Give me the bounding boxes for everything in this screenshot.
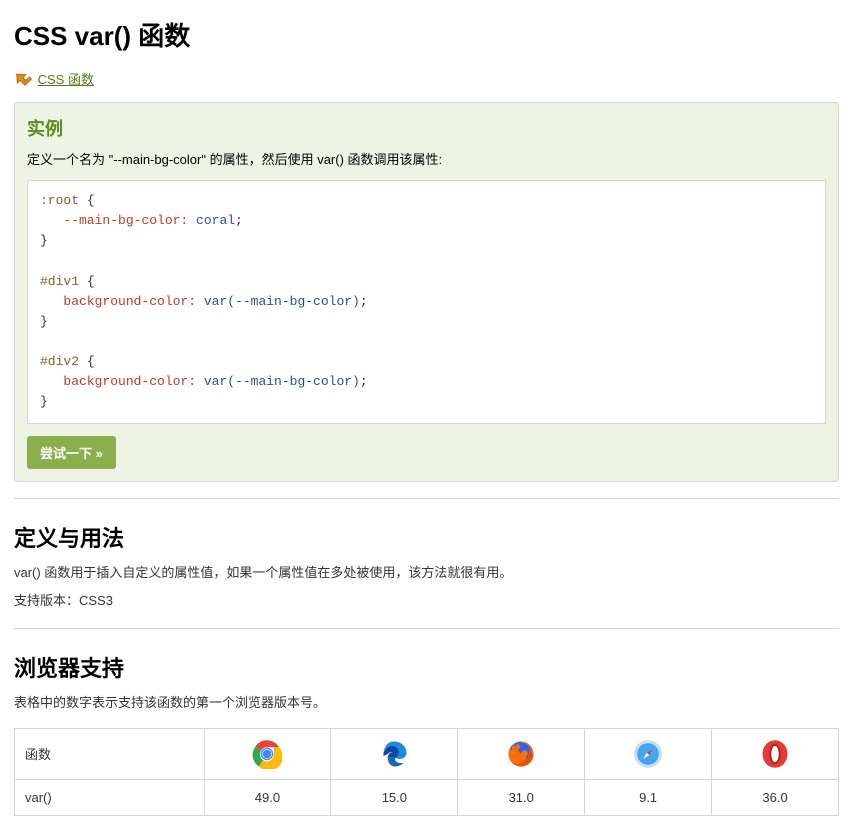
support-heading: 浏览器支持 [14,651,839,683]
firefox-icon [506,739,536,769]
browser-support-table: 函数 [14,728,839,816]
code-attr: background-color: [63,374,196,389]
support-note: 表格中的数字表示支持该函数的第一个浏览器版本号。 [14,693,839,714]
cell-opera-ver: 36.0 [712,779,839,815]
edge-icon [379,739,409,769]
code-selector: #div2 [40,354,79,369]
nav-up[interactable]: CSS 函数 [14,69,839,88]
code-selector: :root [40,193,79,208]
code-block: :root { --main-bg-color: coral; } #div1 … [27,180,826,424]
definition-p2: 支持版本：CSS3 [14,591,839,612]
divider [14,498,839,499]
code-attr: background-color: [63,294,196,309]
code-val: var(--main-bg-color) [196,374,360,389]
definition-heading: 定义与用法 [14,521,839,553]
chrome-icon [252,739,282,769]
safari-icon [633,739,663,769]
code-val: var(--main-bg-color) [196,294,360,309]
nav-link-css-functions[interactable]: CSS 函数 [38,72,94,87]
cell-safari-ver: 9.1 [585,779,712,815]
cell-chrome-ver: 49.0 [204,779,331,815]
arrow-up-left-icon [14,70,32,88]
table-header-row: 函数 [15,728,839,779]
col-header-func: 函数 [15,728,205,779]
definition-p1: var() 函数用于插入自定义的属性值，如果一个属性值在多处被使用，该方法就很有… [14,563,839,584]
try-it-button[interactable]: 尝试一下 » [27,436,116,469]
code-val: coral [188,213,235,228]
page-title: CSS var() 函数 [14,16,839,53]
opera-icon [760,739,790,769]
cell-func-name: var() [15,779,205,815]
col-header-firefox [458,728,585,779]
table-row: var() 49.0 15.0 31.0 9.1 36.0 [15,779,839,815]
col-header-safari [585,728,712,779]
example-title: 实例 [27,115,826,141]
col-header-opera [712,728,839,779]
cell-edge-ver: 15.0 [331,779,458,815]
code-attr: --main-bg-color: [63,213,188,228]
divider [14,628,839,629]
col-header-edge [331,728,458,779]
code-selector: #div1 [40,274,79,289]
example-box: 实例 定义一个名为 "--main-bg-color" 的属性，然后使用 var… [14,102,839,482]
example-desc: 定义一个名为 "--main-bg-color" 的属性，然后使用 var() … [27,149,826,168]
cell-firefox-ver: 31.0 [458,779,585,815]
col-header-chrome [204,728,331,779]
